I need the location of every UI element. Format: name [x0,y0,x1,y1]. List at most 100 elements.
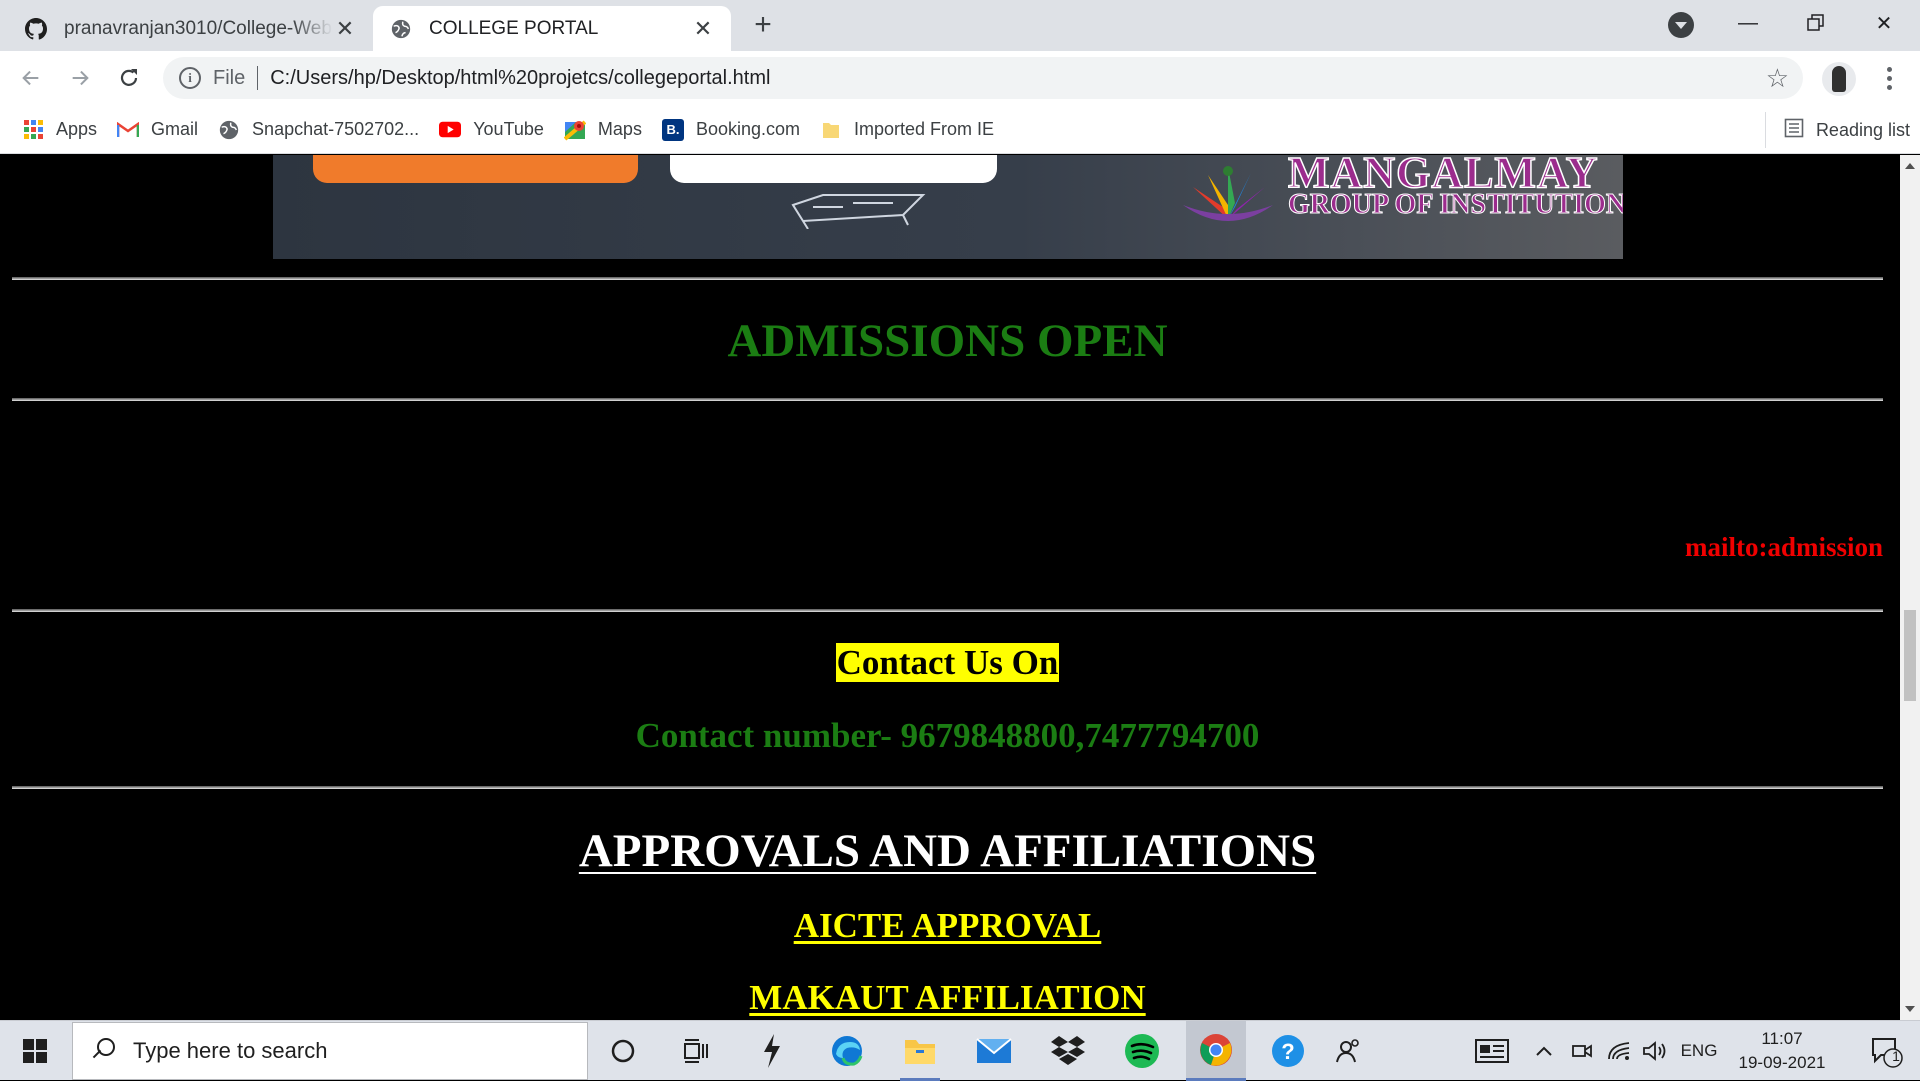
vertical-scrollbar[interactable] [1900,155,1920,1020]
url-scheme: File [213,66,246,89]
divider [12,786,1883,789]
back-icon[interactable] [14,61,48,95]
bookmarks-bar: Apps Gmail Snapchat-7502702... YouTube M… [0,106,1920,154]
profile-avatar[interactable] [1822,62,1856,96]
booking-icon: B. [661,118,684,141]
contact-heading-highlight: Contact Us On [835,643,1060,682]
reload-icon[interactable] [112,61,146,95]
tab-search-icon[interactable] [1668,12,1694,38]
file-explorer-icon[interactable] [890,1021,950,1081]
start-button[interactable] [0,1021,70,1081]
info-icon[interactable]: i [179,67,201,89]
bookmark-label: Apps [56,119,98,139]
makaut-affiliation-link[interactable]: MAKAUT AFFILIATION [0,978,1895,1018]
scroll-up-icon[interactable] [1905,163,1915,169]
maps-icon [563,119,586,141]
help-icon[interactable]: ? [1258,1021,1318,1081]
bookmark-label: Snapchat-7502702... [252,119,420,139]
winamp-icon[interactable] [742,1021,802,1081]
minimize-icon[interactable]: — [1718,4,1778,42]
menu-icon[interactable] [1872,61,1906,95]
tab-github[interactable]: pranavranjan3010/College-Website ✕ [8,6,373,51]
close-icon[interactable]: ✕ [691,16,715,41]
globe-icon [218,119,240,141]
dropbox-icon[interactable] [1038,1021,1098,1081]
approvals-heading-text: APPROVALS AND AFFILIATIONS [578,825,1317,877]
bookmark-maps[interactable]: Maps [554,112,652,148]
divider [12,398,1883,401]
aicte-approval-link[interactable]: AICTE APPROVAL [0,906,1895,946]
new-tab-button[interactable]: + [748,10,778,40]
toolbar: i File C:/Users/hp/Desktop/html%20projet… [0,51,1920,106]
page-viewport: MANGALMAY GROUP OF INSTITUTIONS ADMISSIO… [0,155,1900,1020]
reading-list-icon [1784,118,1804,143]
bookmark-youtube[interactable]: YouTube [429,112,554,148]
link-text[interactable]: AICTE APPROVAL [794,906,1102,945]
apps-grid-icon [22,119,44,141]
bookmark-label: Maps [597,119,642,139]
close-window-icon[interactable]: ✕ [1854,4,1914,42]
spotify-icon[interactable] [1112,1021,1172,1081]
tab-title: COLLEGE PORTAL [429,17,599,39]
youtube-icon [439,119,462,141]
globe-icon [389,17,413,41]
notification-count: 1 [1892,1048,1900,1064]
mailto-admission-link[interactable]: mailto:admission [1685,532,1883,563]
svg-text:?: ? [1281,1039,1294,1064]
bookmark-apps[interactable]: Apps [12,112,107,148]
chevron-up-icon[interactable] [1530,1021,1558,1081]
clock-date: 19-09-2021 [1738,1053,1826,1072]
contact-heading: Contact Us On [0,643,1895,683]
bookmark-star-icon[interactable]: ☆ [1766,63,1789,94]
people-icon[interactable] [1318,1021,1378,1081]
system-clock[interactable]: 11:07 19-09-2021 [1728,1027,1836,1075]
cortana-icon[interactable] [593,1021,653,1081]
bookmark-booking[interactable]: B. Booking.com [652,112,810,148]
link-text[interactable]: MAKAUT AFFILIATION [749,978,1145,1017]
bookmark-label: Imported From IE [854,119,995,139]
contact-number-text: Contact number- 9679848800,7477794700 [635,716,1260,755]
meet-now-icon[interactable] [1568,1021,1596,1081]
windows-taskbar: Type here to search ? ENG 11:07 19-09-20… [0,1020,1920,1081]
gmail-icon [117,119,140,141]
restore-icon[interactable] [1786,4,1846,42]
banner-orange-shape [313,155,638,183]
wifi-icon[interactable] [1604,1021,1634,1081]
search-placeholder: Type here to search [133,1038,328,1063]
chrome-icon[interactable] [1186,1021,1246,1081]
reading-list-label: Reading list [1815,119,1910,140]
volume-icon[interactable] [1640,1021,1670,1081]
taskbar-search-box[interactable]: Type here to search [72,1022,588,1080]
address-bar[interactable]: i File C:/Users/hp/Desktop/html%20projet… [163,57,1803,99]
clock-time: 11:07 [1761,1029,1803,1048]
url-text[interactable]: C:/Users/hp/Desktop/html%20projetcs/coll… [270,67,1765,90]
tab-college-portal[interactable]: COLLEGE PORTAL ✕ [373,6,731,51]
bookmark-snapchat[interactable]: Snapchat-7502702... [208,112,429,148]
edge-icon[interactable] [817,1021,877,1081]
close-icon[interactable]: ✕ [333,16,357,41]
folder-icon [820,119,842,141]
tab-strip: pranavranjan3010/College-Website ✕ COLLE… [0,0,1920,51]
admissions-heading: ADMISSIONS OPEN [727,315,1168,367]
divider [12,277,1883,280]
divider [257,66,259,90]
mail-icon[interactable] [964,1021,1024,1081]
language-indicator[interactable]: ENG [1678,1021,1720,1081]
divider [12,609,1883,612]
scrollbar-thumb[interactable] [1904,610,1916,701]
task-view-icon[interactable] [666,1021,726,1081]
reading-list-button[interactable]: Reading list [1764,112,1910,148]
notification-center-icon[interactable]: 1 [1856,1021,1916,1081]
search-icon [89,1036,119,1066]
bookmark-label: Booking.com [695,119,800,139]
bookmark-label: YouTube [473,119,544,139]
bookmark-gmail[interactable]: Gmail [107,112,208,148]
college-banner-image: MANGALMAY GROUP OF INSTITUTIONS [273,155,1623,259]
news-icon[interactable] [1470,1021,1514,1081]
scroll-down-icon[interactable] [1905,1006,1915,1012]
forward-icon[interactable] [63,61,97,95]
bookmark-label: Gmail [151,119,199,139]
logo-subtext: GROUP OF INSTITUTIONS [1288,189,1623,221]
bookmark-imported-from-ie[interactable]: Imported From IE [810,112,1004,148]
mangalmay-logo-icon [1183,166,1273,221]
